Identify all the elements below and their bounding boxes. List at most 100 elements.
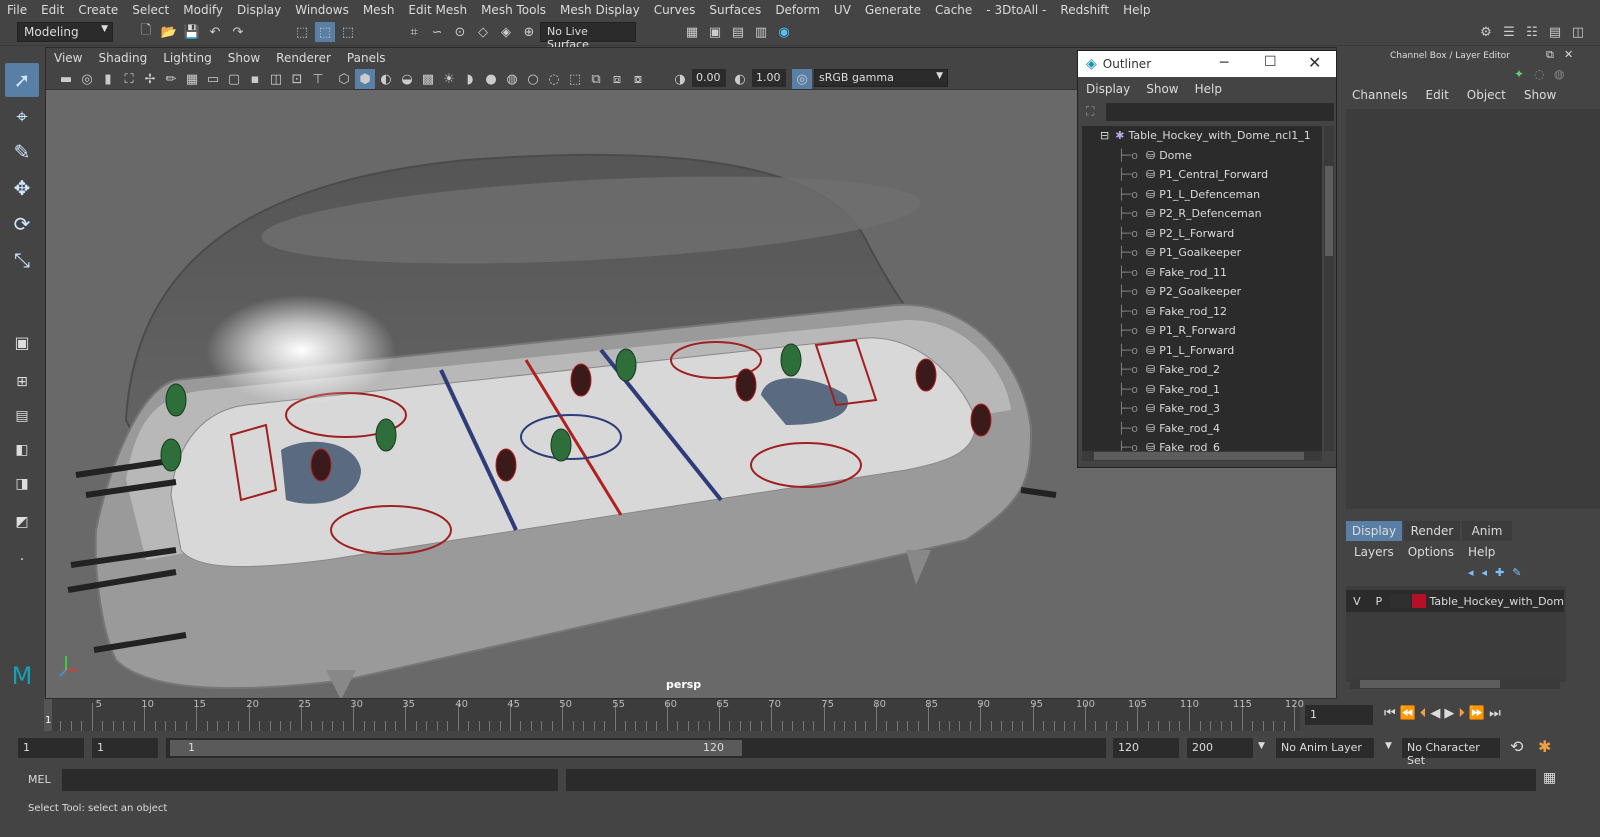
- playback-start-field[interactable]: 1: [92, 738, 158, 758]
- select-tool-icon[interactable]: ➚: [5, 63, 39, 97]
- motion-blur-icon[interactable]: ◍: [502, 69, 522, 89]
- layer-menu-options[interactable]: Options: [1408, 545, 1454, 559]
- tree-item[interactable]: ├─o ⛁ Fake_rod_11: [1082, 263, 1322, 283]
- close-icon[interactable]: ✕: [1308, 53, 1321, 72]
- outliner-search-input[interactable]: [1106, 103, 1334, 121]
- single-perspective-layout-icon[interactable]: ▣: [5, 325, 39, 359]
- scrollbar-thumb[interactable]: [1325, 166, 1333, 256]
- channel-box-icon[interactable]: ▤: [1545, 22, 1565, 42]
- snap-live-icon[interactable]: ⊕: [519, 22, 539, 42]
- menu-curves[interactable]: Curves: [647, 3, 703, 17]
- snap-view-icon[interactable]: ◇: [473, 22, 493, 42]
- tab-anim[interactable]: Anim: [1462, 521, 1512, 541]
- move-layer-down-icon[interactable]: ◂: [1482, 566, 1488, 579]
- playback-end-field[interactable]: 120: [1113, 738, 1179, 758]
- color-management-icon[interactable]: ◎: [792, 69, 812, 89]
- menu-3dtoall[interactable]: - 3DtoAll -: [979, 3, 1053, 17]
- render-view-icon[interactable]: ▥: [751, 22, 771, 42]
- auto-key-icon[interactable]: ⟲: [1510, 737, 1523, 756]
- maximize-icon[interactable]: ☐: [1264, 54, 1277, 70]
- menu-select[interactable]: Select: [125, 3, 176, 17]
- ambient-occlusion-icon[interactable]: ●: [481, 69, 501, 89]
- range-track[interactable]: 1 120: [166, 738, 1106, 758]
- wireframe-on-shaded-icon[interactable]: ◐: [376, 69, 396, 89]
- outliner-layout-icon[interactable]: ▤: [5, 399, 39, 433]
- viewport-menu-view[interactable]: View: [46, 51, 90, 65]
- lights-icon[interactable]: ☀: [439, 69, 459, 89]
- film-gate-icon[interactable]: ▭: [203, 69, 223, 89]
- menu-mesh-tools[interactable]: Mesh Tools: [474, 3, 553, 17]
- step-forward-key-icon[interactable]: ⏩: [1469, 706, 1485, 721]
- outliner-menu-help[interactable]: Help: [1187, 82, 1230, 96]
- safe-title-icon[interactable]: ⊤: [308, 69, 328, 89]
- menu-modify[interactable]: Modify: [176, 3, 230, 17]
- open-scene-icon[interactable]: 📂: [159, 22, 179, 42]
- menu-windows[interactable]: Windows: [288, 3, 356, 17]
- render-settings-icon[interactable]: ▦: [682, 22, 702, 42]
- step-back-key-icon[interactable]: ⏪: [1400, 706, 1416, 721]
- tree-item[interactable]: ├─o ⛁ Fake_rod_1: [1082, 380, 1322, 400]
- command-input[interactable]: [62, 769, 558, 791]
- tree-item[interactable]: ├─o ⛁ P2_Goalkeeper: [1082, 282, 1322, 302]
- channel-menu-edit[interactable]: Edit: [1426, 88, 1449, 102]
- tree-item[interactable]: ├─o ⛁ Fake_rod_12: [1082, 302, 1322, 322]
- layer-type-toggle[interactable]: [1389, 594, 1410, 608]
- undo-icon[interactable]: ↶: [205, 22, 225, 42]
- menu-edit-mesh[interactable]: Edit Mesh: [401, 3, 474, 17]
- wireframe-icon[interactable]: ⬡: [334, 69, 354, 89]
- display-toggle-icon[interactable]: ◌: [1534, 67, 1544, 81]
- select-hierarchy-icon[interactable]: ⬚: [292, 22, 312, 42]
- render-frame-icon[interactable]: ▣: [705, 22, 725, 42]
- snap-point-icon[interactable]: ⊙: [450, 22, 470, 42]
- depth-of-field-icon[interactable]: ◌: [544, 69, 564, 89]
- timeline-ruler[interactable]: 5 10 15 20 25 30 35 40 45 50 55 60 65 70 75 80 85 90 95 100…: [44, 699, 1304, 731]
- close-panel-icon[interactable]: ✕: [1564, 48, 1573, 61]
- layer-row[interactable]: V P Table_Hockey_with_Dom: [1346, 590, 1564, 612]
- shadows-icon[interactable]: ◗: [460, 69, 480, 89]
- layer-horizontal-scrollbar[interactable]: [1350, 679, 1560, 689]
- live-surface-field[interactable]: No Live Surface: [540, 22, 636, 51]
- move-layer-up-icon[interactable]: ◂: [1468, 566, 1474, 579]
- layer-menu-layers[interactable]: Layers: [1354, 545, 1394, 559]
- chevron-down-icon[interactable]: ▼: [1258, 741, 1265, 751]
- modeling-toolkit-icon[interactable]: ⚙: [1476, 22, 1496, 42]
- exposure-icon[interactable]: ◑: [670, 69, 690, 89]
- menu-create[interactable]: Create: [71, 3, 125, 17]
- chevron-down-icon[interactable]: ▼: [1385, 741, 1392, 751]
- filter-icon[interactable]: ⛶: [1086, 104, 1094, 119]
- tree-item[interactable]: ├─o ⛁ Fake_rod_6: [1082, 438, 1322, 451]
- ipr-render-icon[interactable]: ▤: [728, 22, 748, 42]
- speed-toggle-icon[interactable]: ◍: [1554, 67, 1564, 81]
- layer-editor-icon[interactable]: ◫: [1568, 22, 1588, 42]
- hypershade-icon[interactable]: ◉: [774, 22, 794, 42]
- scrollbar-thumb[interactable]: [1360, 680, 1500, 688]
- collapse-icon[interactable]: ⊟: [1100, 129, 1109, 142]
- tool-settings-icon[interactable]: ☷: [1522, 22, 1542, 42]
- menu-redshift[interactable]: Redshift: [1053, 3, 1116, 17]
- scene-end-field[interactable]: 200: [1187, 738, 1253, 758]
- select-object-icon[interactable]: ⬚: [315, 22, 335, 42]
- script-language-label[interactable]: MEL: [28, 773, 51, 786]
- tree-item[interactable]: ├─o ⛁ P1_L_Forward: [1082, 341, 1322, 361]
- 2d-pan-zoom-icon[interactable]: ✢: [140, 69, 160, 89]
- layout-menu-icon[interactable]: ·: [5, 543, 39, 577]
- new-layer-selected-icon[interactable]: ✎: [1512, 566, 1521, 579]
- outliner-menu-display[interactable]: Display: [1078, 82, 1138, 96]
- paint-select-tool-icon[interactable]: ✎: [5, 135, 39, 169]
- step-forward-frame-icon[interactable]: ⏵: [1458, 706, 1465, 721]
- snap-curve-icon[interactable]: ∽: [427, 22, 447, 42]
- tree-item[interactable]: ├─o ⛁ Dome: [1082, 146, 1322, 166]
- hypershade-layout-icon[interactable]: ◨: [5, 467, 39, 501]
- layer-playback-toggle[interactable]: P: [1368, 595, 1390, 608]
- menu-display[interactable]: Display: [230, 3, 288, 17]
- tree-item[interactable]: ├─o ⛁ P2_L_Forward: [1082, 224, 1322, 244]
- rotate-tool-icon[interactable]: ⟳: [5, 207, 39, 241]
- anim-layer-field[interactable]: No Anim Layer: [1276, 738, 1374, 758]
- tab-display[interactable]: Display: [1346, 521, 1402, 541]
- xray-components-icon[interactable]: ⧇: [628, 69, 648, 89]
- xray-joints-icon[interactable]: ⧈: [607, 69, 627, 89]
- snap-surface-icon[interactable]: ◈: [496, 22, 516, 42]
- layer-menu-help[interactable]: Help: [1468, 545, 1495, 559]
- snap-grid-icon[interactable]: ⌗: [404, 22, 424, 42]
- outliner-menu-show[interactable]: Show: [1138, 82, 1186, 96]
